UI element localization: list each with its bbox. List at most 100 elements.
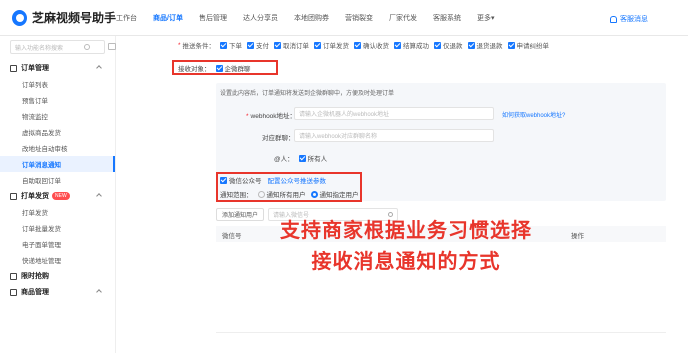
sidebar-item-virtual-delivery[interactable]: 虚拟商品发货	[0, 124, 115, 140]
nav-item-more[interactable]: 更多▾	[477, 13, 495, 23]
nav-item-local-coupon[interactable]: 本地团购券	[294, 13, 329, 23]
nav-item-dropship[interactable]: 厂家代发	[389, 13, 417, 23]
top-navigation-bar: 芝麻视频号助手 工作台 商品/订单 售后管理 达人分享员 本地团购券 营销裂变 …	[0, 0, 688, 36]
sidebar-search-placeholder: 输入功能名称搜索	[15, 45, 64, 52]
main-content: * 推送条件： 下单 支付 取消订单 订单发货 确认收货 结算成功 仅退款 退货…	[116, 36, 688, 353]
search-icon[interactable]	[84, 44, 90, 50]
nav-item-marketing[interactable]: 营销裂变	[345, 13, 373, 23]
checkbox-checked-icon[interactable]	[394, 41, 402, 49]
group-label: 对应群聊：	[262, 135, 295, 142]
receiver-option-group-chat: 企微群聊	[224, 66, 251, 73]
order-icon	[10, 64, 17, 72]
checkbox-checked-icon[interactable]	[220, 41, 228, 49]
sidebar: 输入功能名称搜索 订单管理 订单列表 预售订单 物流监控 虚拟商品发货 改地址自…	[0, 36, 116, 353]
sidebar-item-batch-ship[interactable]: 订单批量发货	[0, 220, 115, 236]
notify-scope-row: 通知范围： 通知所有用户 通知指定用户	[220, 189, 359, 199]
checkbox-checked-icon[interactable]	[220, 176, 227, 184]
scope-option-specified: 通知指定用户	[319, 192, 359, 199]
calendar-icon[interactable]	[108, 43, 116, 50]
push-conditions-label: 推送条件：	[182, 43, 216, 50]
condition-option: 申请纠纷单	[516, 43, 550, 50]
promo-caption-line2: 接收消息通知的方式	[311, 251, 501, 273]
box-icon	[10, 288, 17, 296]
scope-option-all: 通知所有用户	[266, 192, 306, 199]
panel-hint: 设置此内容后，订单通知将发送到企微群聊中，方便及时处理订单	[220, 91, 395, 97]
checkbox-checked-icon[interactable]	[467, 41, 475, 49]
nav-item-influencer[interactable]: 达人分享员	[243, 13, 278, 23]
bell-icon	[610, 15, 617, 23]
wechat-label: 微信公众号	[229, 178, 262, 185]
column-wechat-id: 微信号	[222, 233, 242, 240]
receiver-label: 接收对象：	[178, 66, 211, 73]
checkbox-checked-icon[interactable]	[507, 41, 515, 49]
sidebar-item-order-notification[interactable]: 订单消息通知	[0, 156, 115, 172]
main-nav: 工作台 商品/订单 售后管理 达人分享员 本地团购券 营销裂变 厂家代发 客服系…	[116, 13, 510, 23]
app-logo[interactable]: 芝麻视频号助手	[0, 9, 116, 26]
receiver-row: 接收对象： 企微群聊	[178, 63, 251, 73]
chevron-up-icon	[96, 193, 102, 199]
sidebar-group-label: 打单发货	[21, 193, 49, 200]
push-conditions-row: * 推送条件： 下单 支付 取消订单 订单发货 确认收货 结算成功 仅退款 退货…	[178, 40, 549, 50]
nav-item-after-sales[interactable]: 售后管理	[199, 13, 227, 23]
condition-option: 下单	[229, 43, 243, 50]
nav-item-products-orders[interactable]: 商品/订单	[153, 13, 183, 23]
group-placeholder: 请输入webhook对应群聊名称	[299, 134, 378, 140]
webhook-placeholder: 请输入企微机器人的webhook地址	[299, 112, 390, 118]
radio-selected-icon[interactable]	[310, 190, 318, 198]
checkbox-checked-icon[interactable]	[314, 41, 322, 49]
webhook-input[interactable]: 请输入企微机器人的webhook地址	[294, 107, 494, 120]
wechat-row: 微信公众号 配置公众号推送参数	[220, 175, 326, 185]
sidebar-item-express-address[interactable]: 快递地址管理	[0, 252, 115, 268]
new-badge: NEW	[52, 192, 70, 200]
sidebar-item-presale-orders[interactable]: 预售订单	[0, 92, 115, 108]
column-actions: 操作	[571, 233, 584, 240]
app-window: 芝麻视频号助手 工作台 商品/订单 售后管理 达人分享员 本地团购券 营销裂变 …	[0, 0, 688, 353]
sidebar-search-input[interactable]: 输入功能名称搜索	[10, 40, 116, 54]
sidebar-group-product-management[interactable]: 商品管理	[0, 284, 115, 300]
checkbox-checked-icon[interactable]	[247, 41, 255, 49]
at-people-row: @人： 所有人	[274, 153, 327, 163]
sidebar-item-print-ship[interactable]: 打单发货	[0, 204, 115, 220]
condition-option: 支付	[256, 43, 270, 50]
condition-option: 取消订单	[283, 43, 310, 50]
condition-option: 订单发货	[323, 43, 350, 50]
checkbox-checked-icon[interactable]	[354, 41, 362, 49]
checkbox-checked-icon[interactable]	[298, 154, 306, 162]
sidebar-group-label: 限时抢购	[21, 273, 49, 280]
at-option-all: 所有人	[307, 156, 328, 163]
nav-item-workbench[interactable]: 工作台	[116, 13, 137, 23]
webhook-label: * webhook地址：	[246, 113, 297, 120]
sidebar-group-label: 订单管理	[21, 65, 49, 72]
condition-option: 仅退款	[443, 43, 463, 50]
chevron-up-icon	[96, 65, 102, 71]
checkbox-checked-icon[interactable]	[274, 41, 282, 49]
sidebar-item-order-list[interactable]: 订单列表	[0, 76, 115, 92]
nav-item-customer-service[interactable]: 客服系统	[433, 13, 461, 23]
customer-message-label: 客服消息	[620, 16, 648, 23]
promo-caption-line1: 支持商家根据业务习惯选择	[280, 220, 532, 242]
sidebar-group-flash-sale[interactable]: 限时抢购	[0, 268, 115, 284]
checkbox-checked-icon[interactable]	[215, 64, 223, 72]
webhook-help-link[interactable]: 如何获取webhook地址?	[502, 110, 565, 119]
sidebar-item-logistics-monitor[interactable]: 物流监控	[0, 108, 115, 124]
sidebar-group-print-ship[interactable]: 打单发货 NEW	[0, 188, 115, 204]
sidebar-item-e-waybill[interactable]: 电子面单管理	[0, 236, 115, 252]
sidebar-item-self-retrieve-orders[interactable]: 自助取回订单	[0, 172, 115, 188]
radio-icon[interactable]	[257, 190, 265, 198]
chevron-up-icon	[96, 289, 102, 295]
checkbox-checked-icon[interactable]	[434, 41, 442, 49]
sidebar-item-address-auto-review[interactable]: 改地址自动审核	[0, 140, 115, 156]
condition-option: 退货退款	[476, 43, 503, 50]
truck-icon	[10, 192, 17, 200]
divider	[216, 332, 666, 333]
app-title: 芝麻视频号助手	[31, 11, 116, 25]
sidebar-group-label: 商品管理	[21, 289, 49, 296]
sidebar-group-order-management[interactable]: 订单管理	[0, 60, 115, 76]
group-name-input[interactable]: 请输入webhook对应群聊名称	[294, 129, 494, 142]
condition-option: 确认收货	[363, 43, 390, 50]
wechat-config-link[interactable]: 配置公众号推送参数	[268, 175, 327, 185]
scope-label: 通知范围：	[220, 192, 253, 199]
customer-message-link[interactable]: 客服消息	[610, 14, 648, 24]
required-mark: *	[178, 41, 181, 49]
logo-icon	[12, 9, 27, 26]
